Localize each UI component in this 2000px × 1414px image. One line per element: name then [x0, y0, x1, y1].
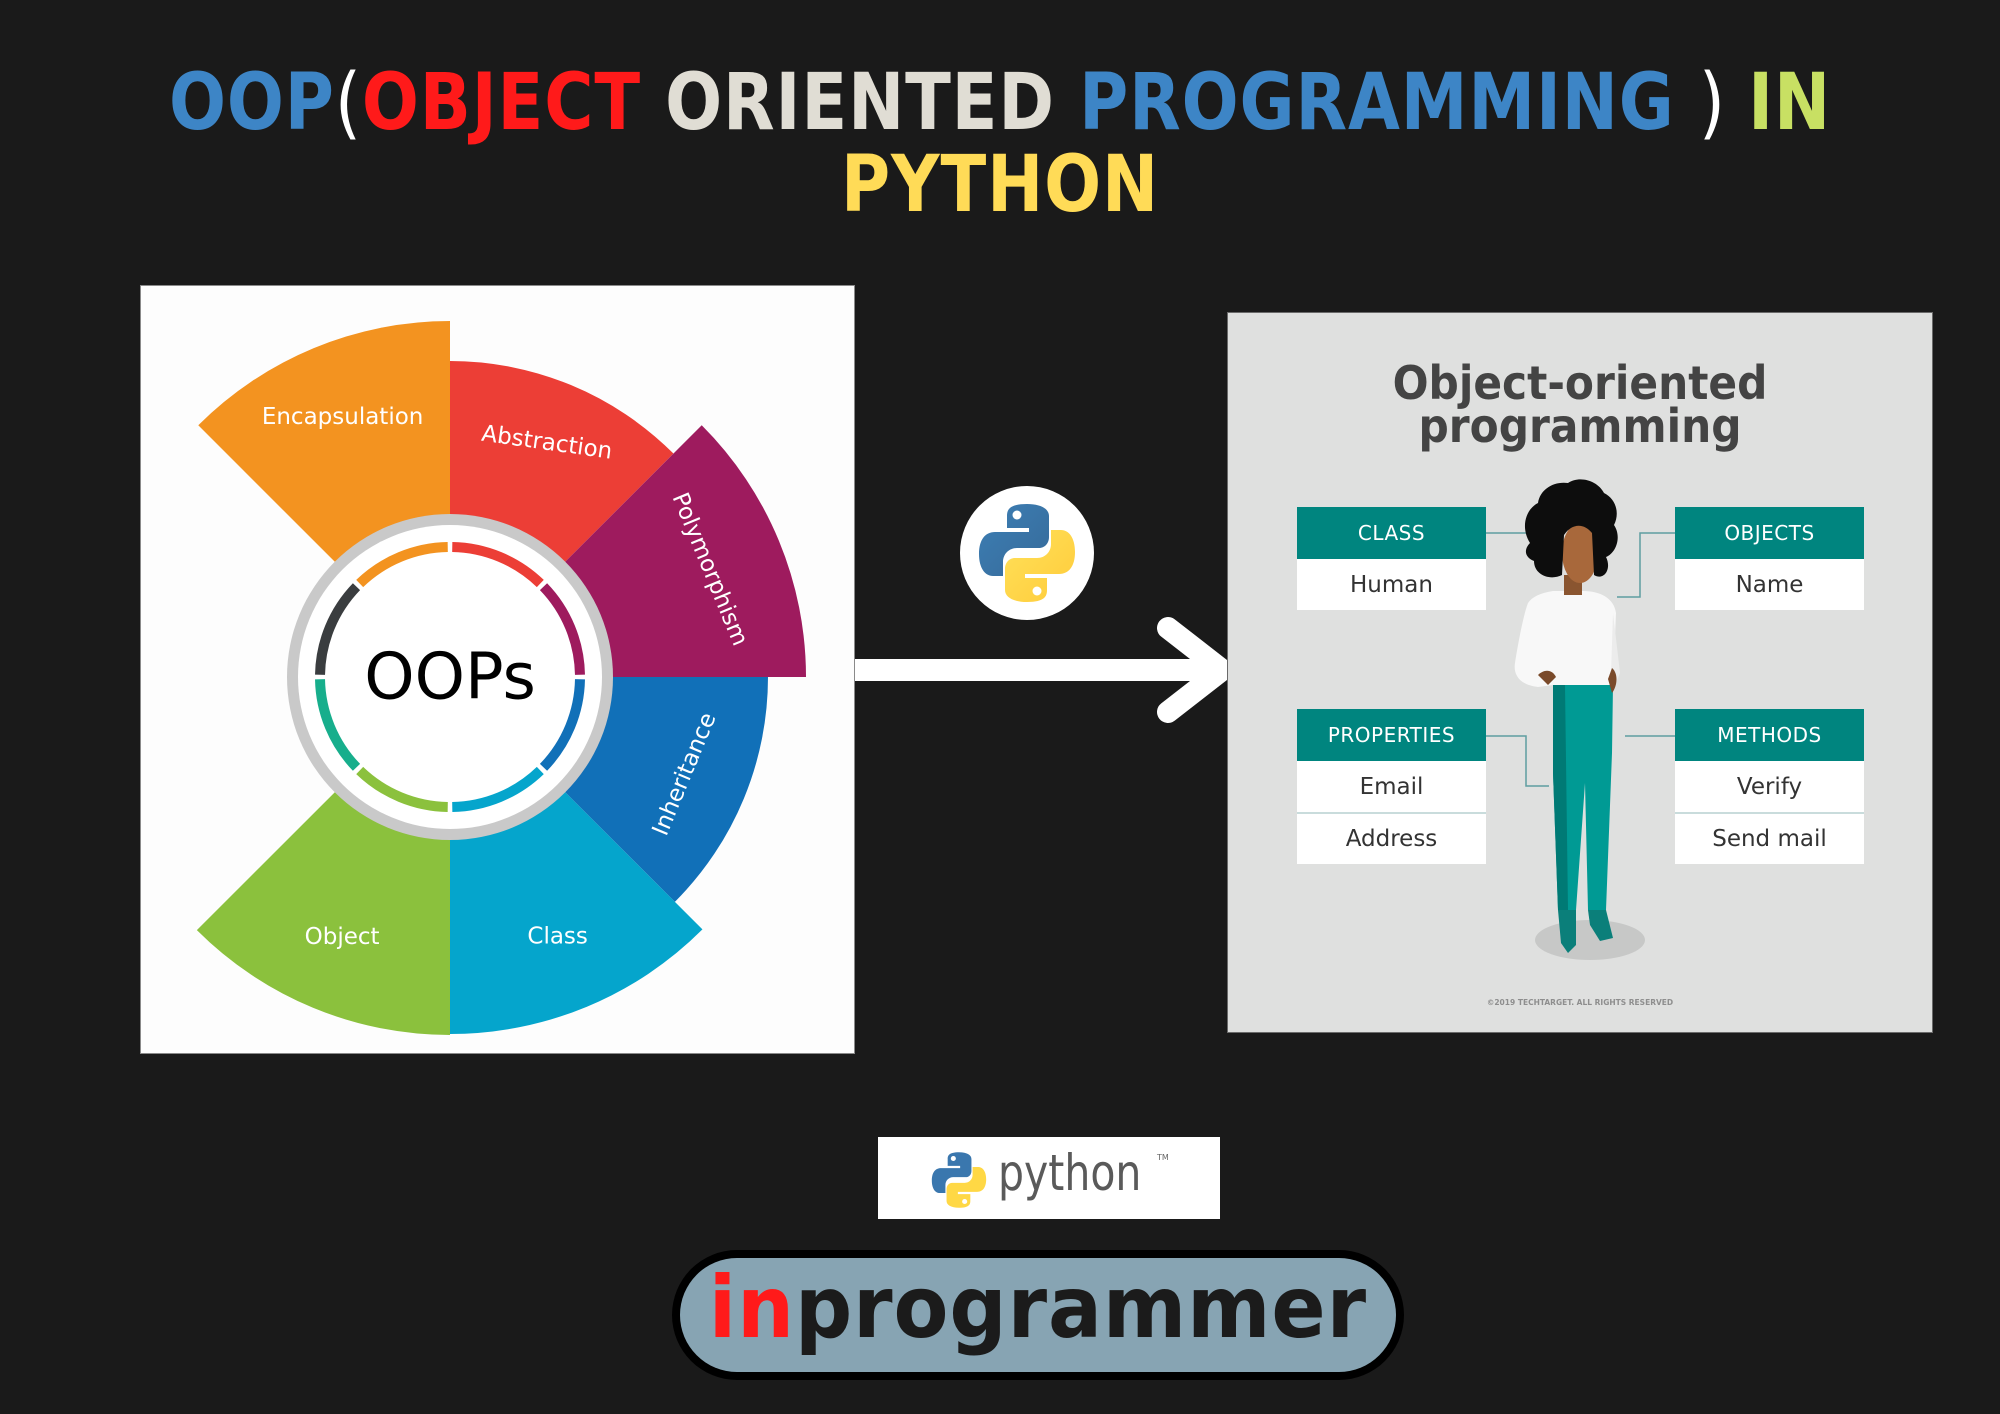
methods-box-row: Send mail [1675, 812, 1864, 864]
copyright-text: ©2019 TECHTARGET. ALL RIGHTS RESERVED [1486, 998, 1674, 1007]
properties-box: PROPERTIES Email Address [1297, 709, 1486, 864]
headline-line-1: OOP(OBJECT ORIENTED PROGRAMMING ) IN [140, 58, 1860, 148]
headline-line-2: PYTHON [140, 140, 1860, 230]
methods-box: METHODS Verify Send mail [1675, 709, 1864, 864]
objects-box: OBJECTS Name [1675, 507, 1864, 610]
infographic-title-line-2: programming [1418, 399, 1742, 453]
objects-box-row: Name [1675, 559, 1864, 610]
right-arrow-icon [855, 617, 1233, 723]
headline-segment: ( [334, 58, 362, 148]
properties-box-header: PROPERTIES [1297, 709, 1486, 761]
trademark-symbol: TM [1157, 1153, 1169, 1162]
class-box-row: Human [1297, 559, 1486, 610]
brand-logo-text: inprogrammer [709, 1258, 1367, 1358]
petal-label: Object [305, 924, 380, 950]
headline-segment: OOP [169, 58, 335, 148]
python-logo-icon [931, 1152, 987, 1208]
headline-segment: ) [1698, 58, 1749, 148]
brand-prefix: in [708, 1258, 796, 1358]
inprogrammer-brand-badge: inprogrammer [672, 1250, 1404, 1380]
python-wordmark: python [998, 1144, 1142, 1202]
methods-box-row: Verify [1675, 761, 1864, 812]
oops-wheel-panel: Encapsulation Abstraction Polymorphism Inhe… [141, 286, 854, 1053]
headline-segment: ORIENTED [665, 58, 1080, 148]
headline-segment: IN [1748, 58, 1831, 148]
brand-name: programmer [795, 1258, 1368, 1358]
headline-segment: PYTHON [841, 140, 1159, 230]
methods-box-header: METHODS [1675, 709, 1864, 761]
python-wordmark-logo: python TM [878, 1137, 1220, 1219]
headline-segment: PROGRAMMING [1079, 58, 1699, 148]
oop-infographic-panel: Object-oriented programming CLASS Human … [1228, 313, 1932, 1032]
headline-segment: OBJECT [361, 58, 666, 148]
python-badge-icon [960, 486, 1094, 620]
class-box: CLASS Human [1297, 507, 1486, 610]
petal-label: Encapsulation [262, 404, 424, 430]
properties-box-row: Email [1297, 761, 1486, 812]
properties-box-row: Address [1297, 812, 1486, 864]
hub-label: OOPs [364, 641, 536, 715]
class-box-header: CLASS [1297, 507, 1486, 559]
objects-box-header: OBJECTS [1675, 507, 1864, 559]
oops-wheel: EncapsulationAbstractionPolymorphismInhe… [196, 321, 806, 1035]
python-logo-icon [979, 504, 1075, 602]
petal-label: Class [527, 923, 588, 949]
